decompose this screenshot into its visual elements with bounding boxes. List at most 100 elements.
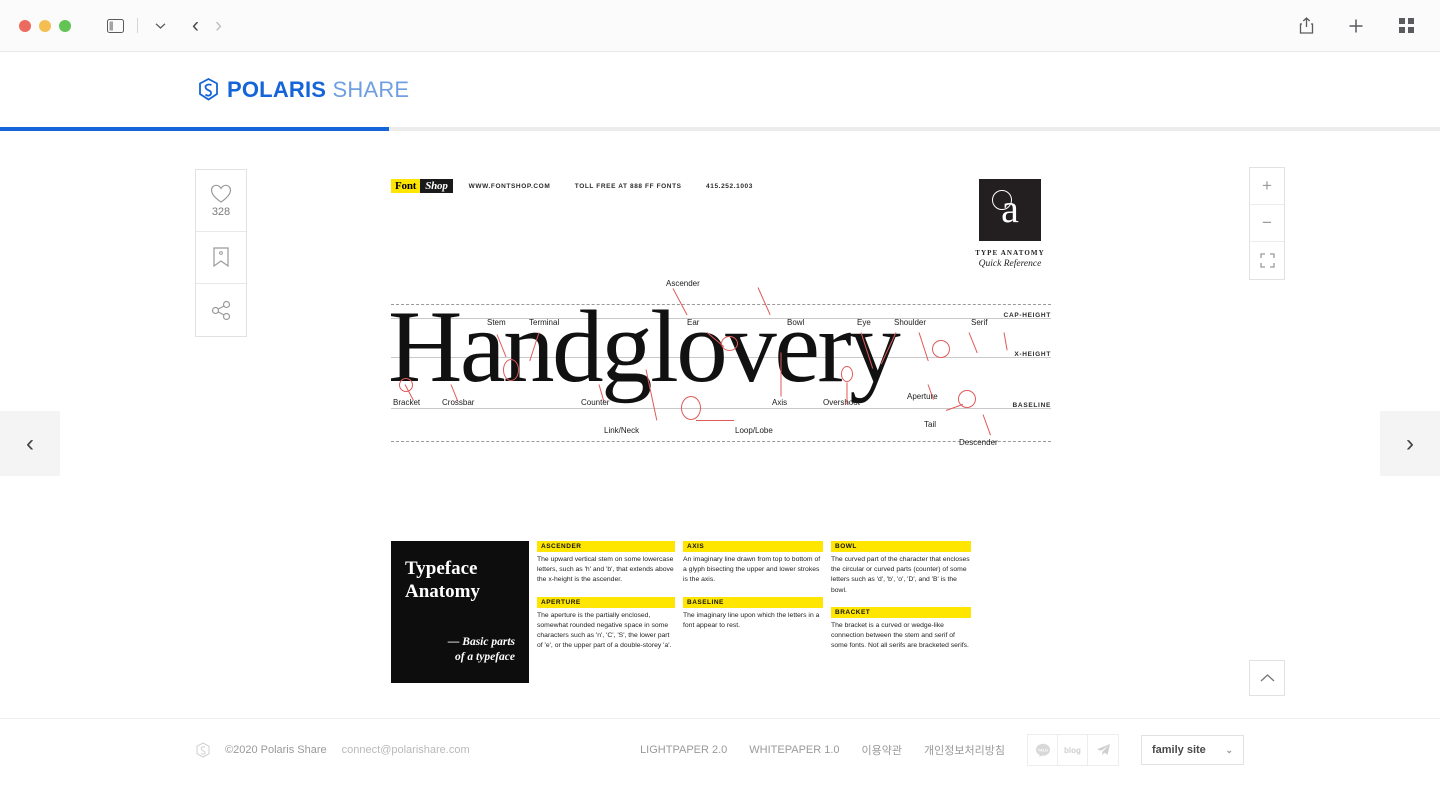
hero-title-line1: Typeface — [405, 558, 478, 579]
callout-bowl: Bowl — [787, 318, 805, 327]
callout-stem: Stem — [487, 318, 506, 327]
glossary-column-3: BOWL The curved part of the character th… — [831, 541, 971, 683]
glossary-term: BOWL — [831, 541, 971, 552]
heart-icon — [210, 184, 232, 203]
share-nodes-icon — [211, 300, 230, 320]
callout-loop-lobe: Loop/Lobe — [735, 426, 773, 435]
callout-crossbar: Crossbar — [442, 398, 475, 407]
bookmark-button[interactable] — [196, 232, 246, 284]
brand-name-light: SHARE — [326, 76, 410, 102]
zoom-controls: + − — [1249, 167, 1285, 280]
callout-eye: Eye — [857, 318, 871, 327]
footer-link-lightpaper[interactable]: LIGHTPAPER 2.0 — [640, 744, 727, 756]
next-chevron-icon: › — [1406, 429, 1414, 457]
kakaotalk-icon[interactable]: TALK — [1028, 735, 1058, 765]
guide-label-baseline: BASELINE — [1012, 402, 1051, 409]
share-icon[interactable] — [1292, 13, 1320, 39]
polaris-footer-logo-icon — [196, 742, 210, 758]
chevron-down-icon: ⌄ — [1225, 744, 1233, 755]
glossary-section: Typeface Anatomy — Basic parts of a type… — [391, 541, 1051, 683]
glossary-term: AXIS — [683, 541, 823, 552]
descender-guide-line — [391, 441, 1051, 442]
hero-subtitle-line1: — Basic parts — [447, 636, 515, 648]
footer-link-privacy[interactable]: 개인정보처리방침 — [924, 742, 1005, 758]
minimize-window-button[interactable] — [39, 19, 51, 32]
fontshop-logo-font: Font — [391, 179, 421, 193]
close-window-button[interactable] — [19, 19, 31, 32]
document-page[interactable]: Font Shop WWW.FONTSHOP.COM TOLL FREE AT … — [388, 179, 1051, 787]
brand-name-bold: POLARIS — [227, 76, 327, 102]
footer-copyright: ©2020 Polaris Share — [225, 744, 327, 756]
glossary-definition: The bracket is a curved or wedge-like co… — [831, 621, 969, 650]
marker-tail — [958, 390, 976, 408]
footer-email[interactable]: connect@polarishare.com — [342, 744, 470, 756]
callout-bracket: Bracket — [393, 398, 421, 407]
fontshop-phone: 415.252.1003 — [706, 183, 753, 190]
footer-link-whitepaper[interactable]: WHITEPAPER 1.0 — [749, 744, 839, 756]
maximize-window-button[interactable] — [59, 19, 71, 32]
browser-chrome: ‹ › — [0, 0, 1440, 52]
callout-overshoot: Overshoot — [823, 398, 860, 407]
footer-social-links: TALK blog — [1027, 734, 1119, 766]
guide-label-x-height: X-HEIGHT — [1014, 351, 1051, 358]
glossary-definition: The curved part of the character that en… — [831, 556, 970, 594]
marker-bracket — [399, 378, 413, 392]
leader-loop-lobe — [696, 420, 734, 421]
like-button[interactable]: 328 — [196, 170, 246, 232]
callout-ascender: Ascender — [666, 279, 700, 288]
glossary-column-1: ASCENDER The upward vertical stem on som… — [537, 541, 675, 683]
type-anatomy-glyph-box: a — [979, 179, 1041, 241]
svg-text:TALK: TALK — [1037, 747, 1047, 752]
polaris-logo-icon — [199, 77, 218, 101]
type-anatomy-title: TYPE ANATOMY — [975, 249, 1045, 257]
callout-axis: Axis — [772, 398, 788, 407]
chevron-down-icon[interactable] — [146, 13, 174, 39]
sidebar-toggle-icon[interactable] — [101, 13, 129, 39]
chrome-divider — [137, 18, 138, 33]
glossary-hero-card: Typeface Anatomy — Basic parts of a type… — [391, 541, 529, 683]
callout-ear: Ear — [687, 318, 700, 327]
browser-forward-button[interactable]: › — [215, 15, 222, 36]
browser-back-button[interactable]: ‹ — [192, 15, 199, 36]
footer-link-terms[interactable]: 이용약관 — [862, 742, 902, 758]
fullscreen-button[interactable] — [1250, 242, 1284, 279]
family-site-select[interactable]: family site ⌄ — [1141, 735, 1244, 765]
marker-ear — [721, 336, 738, 351]
fontshop-tollfree: TOLL FREE AT 888 FF FONTS — [574, 183, 682, 190]
specimen-word: Handglovery — [388, 290, 901, 404]
type-anatomy-subtitle: Quick Reference — [978, 259, 1042, 269]
chevron-up-icon — [1260, 674, 1274, 682]
telegram-icon[interactable] — [1088, 735, 1118, 765]
fontshop-header: Font Shop WWW.FONTSHOP.COM TOLL FREE AT … — [391, 179, 1051, 193]
zoom-in-button[interactable]: + — [1250, 168, 1284, 205]
prev-document-button[interactable]: ‹ — [0, 411, 60, 476]
callout-terminal: Terminal — [529, 318, 560, 327]
type-anatomy-badge: a TYPE ANATOMY Quick Reference — [969, 179, 1051, 269]
share-button[interactable] — [196, 284, 246, 336]
site-footer: ©2020 Polaris Share connect@polarishare.… — [0, 718, 1440, 781]
window-controls[interactable] — [19, 19, 71, 32]
glossary-definition: The aperture is the partially enclosed, … — [537, 611, 672, 650]
type-anatomy-glyph: a — [1001, 186, 1019, 232]
scroll-to-top-button[interactable] — [1249, 660, 1285, 696]
family-site-label: family site — [1152, 744, 1206, 756]
glossary-column-2: AXIS An imaginary line drawn from top to… — [683, 541, 823, 683]
callout-link-neck: Link/Neck — [604, 426, 640, 435]
zoom-out-button[interactable]: − — [1250, 205, 1284, 242]
brand-logo[interactable]: POLARIS SHARE — [196, 77, 409, 103]
tab-overview-icon[interactable] — [1392, 13, 1420, 39]
viewer-stage: ‹ › 328 + − Font Shop WWW.FONTSHOP.COM T… — [0, 131, 1440, 787]
site-header: POLARIS SHARE 업로드 폴라포 — [0, 52, 1440, 163]
fullscreen-icon — [1259, 253, 1275, 268]
fontshop-logo: Font Shop — [391, 179, 453, 193]
glossary-term: APERTURE — [537, 596, 675, 608]
blog-icon[interactable]: blog — [1058, 735, 1088, 765]
glossary-definition: The imaginary line upon which the letter… — [683, 611, 820, 629]
callout-shoulder: Shoulder — [894, 318, 927, 327]
next-document-button[interactable]: › — [1380, 411, 1440, 476]
type-anatomy-diagram: CAP-HEIGHT X-HEIGHT BASELINE Handglovery — [388, 274, 1051, 469]
glossary-term: BASELINE — [683, 596, 823, 608]
marker-terminal — [503, 359, 519, 381]
new-tab-icon[interactable] — [1342, 13, 1370, 39]
callout-descender: Descender — [959, 438, 998, 447]
